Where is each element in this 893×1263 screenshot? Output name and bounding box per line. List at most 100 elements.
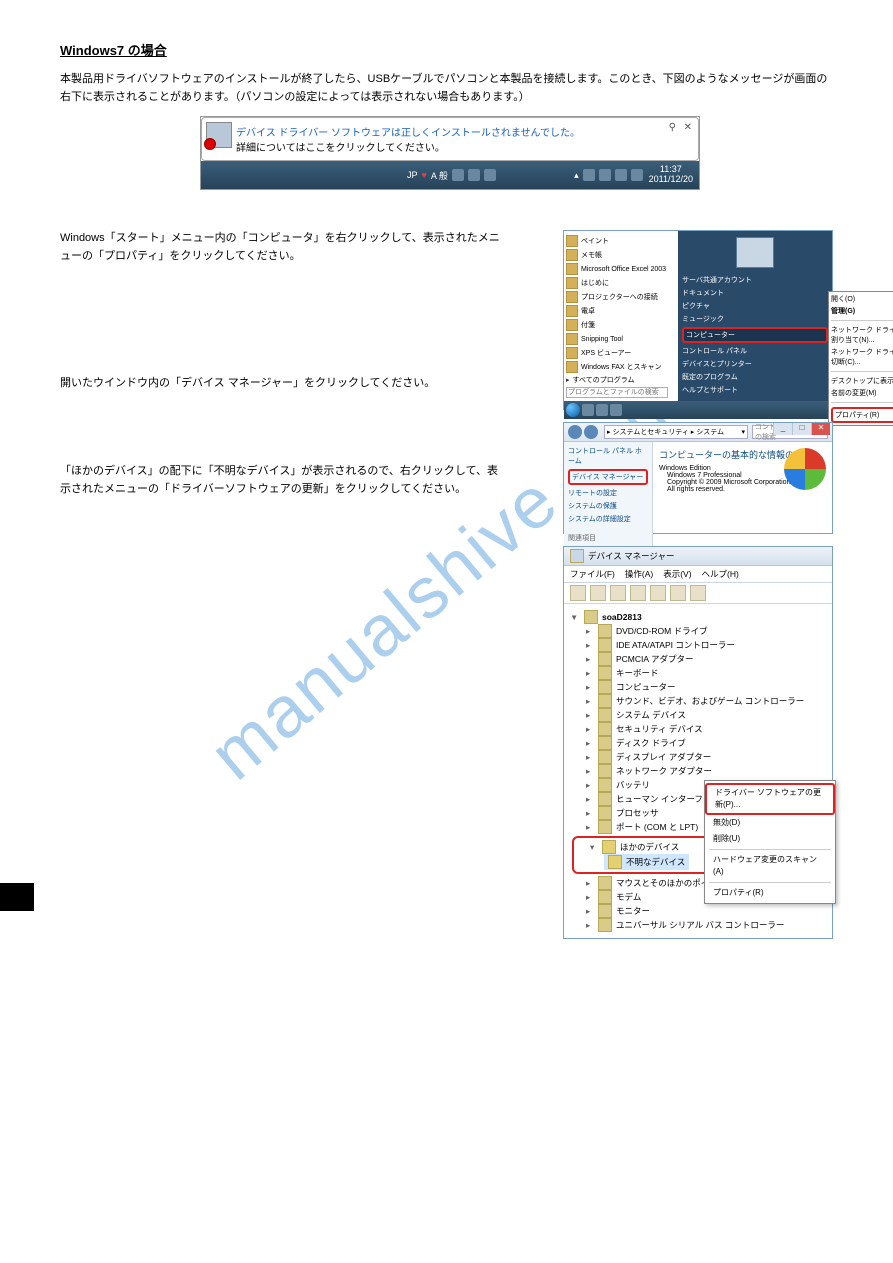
clock-date: 2011/12/20 (649, 175, 693, 185)
tb-ie-icon[interactable] (582, 404, 594, 416)
maximize-button[interactable]: □ (792, 423, 811, 435)
devmgr-window-icon (570, 549, 584, 563)
minimize-button[interactable]: _ (773, 423, 792, 435)
tree-node[interactable]: ▸IDE ATA/ATAPI コントローラー (572, 638, 824, 652)
notification-balloon[interactable]: ⚲ ✕ デバイス ドライバー ソフトウェアは正しくインストールされませんでした。… (201, 117, 699, 161)
device-category-icon (598, 638, 612, 652)
ime-heart-icon[interactable]: ♥ (422, 170, 427, 180)
side-remote[interactable]: リモートの設定 (568, 488, 648, 498)
ctx-properties[interactable]: プロパティ(R) (705, 885, 835, 901)
menu-action[interactable]: 操作(A) (625, 568, 653, 580)
sm-help[interactable]: ヘルプとサポート (682, 385, 828, 395)
sm-defaults[interactable]: 既定のプログラム (682, 372, 828, 382)
device-category-icon (598, 764, 612, 778)
ctx-scan-hardware[interactable]: ハードウェア変更のスキャン(A) (705, 852, 835, 880)
device-category-icon (598, 708, 612, 722)
tray-up-icon[interactable]: ▴ (574, 170, 579, 181)
tb-explorer-icon[interactable] (596, 404, 608, 416)
side-device-manager-highlighted[interactable]: デバイス マネージャー (568, 469, 648, 485)
sm-item-allprograms[interactable]: ▸すべてのプログラム (566, 375, 676, 385)
tool-scan-icon[interactable] (650, 585, 666, 601)
tool-uninstall-icon[interactable] (690, 585, 706, 601)
user-avatar-icon (736, 237, 774, 268)
tree-node[interactable]: ▸システム デバイス (572, 708, 824, 722)
sm-item-xps[interactable]: XPS ビューアー (566, 347, 676, 359)
tray-network-icon[interactable] (599, 169, 611, 181)
sm-control-panel[interactable]: コントロール パネル (682, 346, 828, 356)
tree-node[interactable]: ▸DVD/CD-ROM ドライブ (572, 624, 824, 638)
ime-caps-icon[interactable] (484, 169, 496, 181)
tool-up-icon[interactable] (610, 585, 626, 601)
taskbar-clock[interactable]: 11:37 2011/12/20 (649, 165, 693, 185)
startmenu-search-input[interactable] (566, 387, 668, 398)
menu-help[interactable]: ヘルプ(H) (702, 568, 739, 580)
ctx-update-driver-highlighted[interactable]: ドライバー ソフトウェアの更新(P)... (705, 783, 835, 815)
tb-media-icon[interactable] (610, 404, 622, 416)
ime-tool-icon[interactable] (452, 169, 464, 181)
tree-node[interactable]: ▸コンピューター (572, 680, 824, 694)
menu-file[interactable]: ファイル(F) (570, 568, 615, 580)
tree-node[interactable]: ▸ネットワーク アダプター (572, 764, 824, 778)
tree-node[interactable]: ▸ディスク ドライブ (572, 736, 824, 750)
sm-item-calc[interactable]: 電卓 (566, 305, 676, 317)
tray-volume-icon[interactable] (631, 169, 643, 181)
startmenu-taskbar (564, 401, 832, 419)
tree-node[interactable]: ▸キーボード (572, 666, 824, 680)
ctx-show-desktop[interactable]: デスクトップに表示(S) (831, 376, 893, 386)
menu-view[interactable]: 表示(V) (663, 568, 691, 580)
system-main-pane: コンピューターの基本的な情報の表示 Windows Edition Window… (653, 442, 832, 560)
nav-forward-icon[interactable] (584, 425, 598, 439)
side-cp-home[interactable]: コントロール パネル ホーム (568, 446, 648, 466)
sm-devices[interactable]: デバイスとプリンター (682, 359, 828, 369)
side-advanced[interactable]: システムの詳細設定 (568, 514, 648, 524)
ime-help-icon[interactable] (468, 169, 480, 181)
sm-item-snipping[interactable]: Snipping Tool (566, 333, 676, 345)
sm-item-projector[interactable]: プロジェクターへの接続 (566, 291, 676, 303)
ctx-disable[interactable]: 無効(D) (705, 815, 835, 831)
tool-forward-icon[interactable] (590, 585, 606, 601)
address-bar[interactable]: ▸ システムとセキュリティ ▸ システム▾ (604, 425, 748, 439)
pin-icon[interactable]: ⚲ (669, 122, 676, 133)
sm-item-getstarted[interactable]: はじめに (566, 277, 676, 289)
tree-node[interactable]: ▸ディスプレイ アダプター (572, 750, 824, 764)
sm-item-fax[interactable]: Windows FAX とスキャン (566, 361, 676, 373)
sm-item-excel[interactable]: Microsoft Office Excel 2003 (566, 263, 676, 275)
ctx-open[interactable]: 開く(O) (831, 294, 893, 304)
tool-props-icon[interactable] (630, 585, 646, 601)
sm-user[interactable]: サーバ共通アカウント (682, 275, 828, 285)
tree-node[interactable]: ▸ユニバーサル シリアル バス コントローラー (572, 918, 824, 932)
sm-item-paint[interactable]: ペイント (566, 235, 676, 247)
startmenu-left-pane: ペイント メモ帳 Microsoft Office Excel 2003 はじめ… (564, 231, 678, 401)
close-button[interactable]: ✕ (811, 423, 830, 435)
sm-item-notepad[interactable]: メモ帳 (566, 249, 676, 261)
tree-root[interactable]: ▾soaD2813 (572, 610, 824, 624)
device-category-icon (598, 736, 612, 750)
tree-node[interactable]: ▸モニター (572, 904, 824, 918)
ctx-properties-highlighted[interactable]: プロパティ(R) (831, 407, 893, 423)
ctx-rename[interactable]: 名前の変更(M) (831, 388, 893, 398)
start-orb-icon[interactable] (566, 403, 580, 417)
ctx-uninstall[interactable]: 削除(U) (705, 831, 835, 847)
tray-power-icon[interactable] (615, 169, 627, 181)
ctx-map-drive[interactable]: ネットワーク ドライブの割り当て(N)... (831, 325, 893, 345)
close-icon[interactable]: ✕ (684, 122, 692, 133)
tree-node[interactable]: ▸PCMCIA アダプター (572, 652, 824, 666)
sm-computer-highlighted[interactable]: コンピューター (682, 327, 828, 343)
ime-mode[interactable]: A 般 (431, 169, 448, 182)
excel-icon (566, 263, 578, 275)
sm-documents[interactable]: ドキュメント (682, 288, 828, 298)
ctx-disconnect-drive[interactable]: ネットワーク ドライブの切断(C)... (831, 347, 893, 367)
tool-back-icon[interactable] (570, 585, 586, 601)
context-menu-computer: 開く(O) 管理(G) ネットワーク ドライブの割り当て(N)... ネットワー… (828, 291, 893, 426)
tree-node[interactable]: ▸セキュリティ デバイス (572, 722, 824, 736)
tray-flag-icon[interactable] (583, 169, 595, 181)
ctx-manage[interactable]: 管理(G) (831, 306, 893, 316)
sm-music[interactable]: ミュージック (682, 314, 828, 324)
tree-node[interactable]: ▸サウンド、ビデオ、およびゲーム コントローラー (572, 694, 824, 708)
side-protection[interactable]: システムの保護 (568, 501, 648, 511)
tool-update-icon[interactable] (670, 585, 686, 601)
sm-item-sticky[interactable]: 付箋 (566, 319, 676, 331)
sm-pictures[interactable]: ピクチャ (682, 301, 828, 311)
nav-back-icon[interactable] (568, 425, 582, 439)
ime-lang[interactable]: JP (407, 170, 418, 180)
